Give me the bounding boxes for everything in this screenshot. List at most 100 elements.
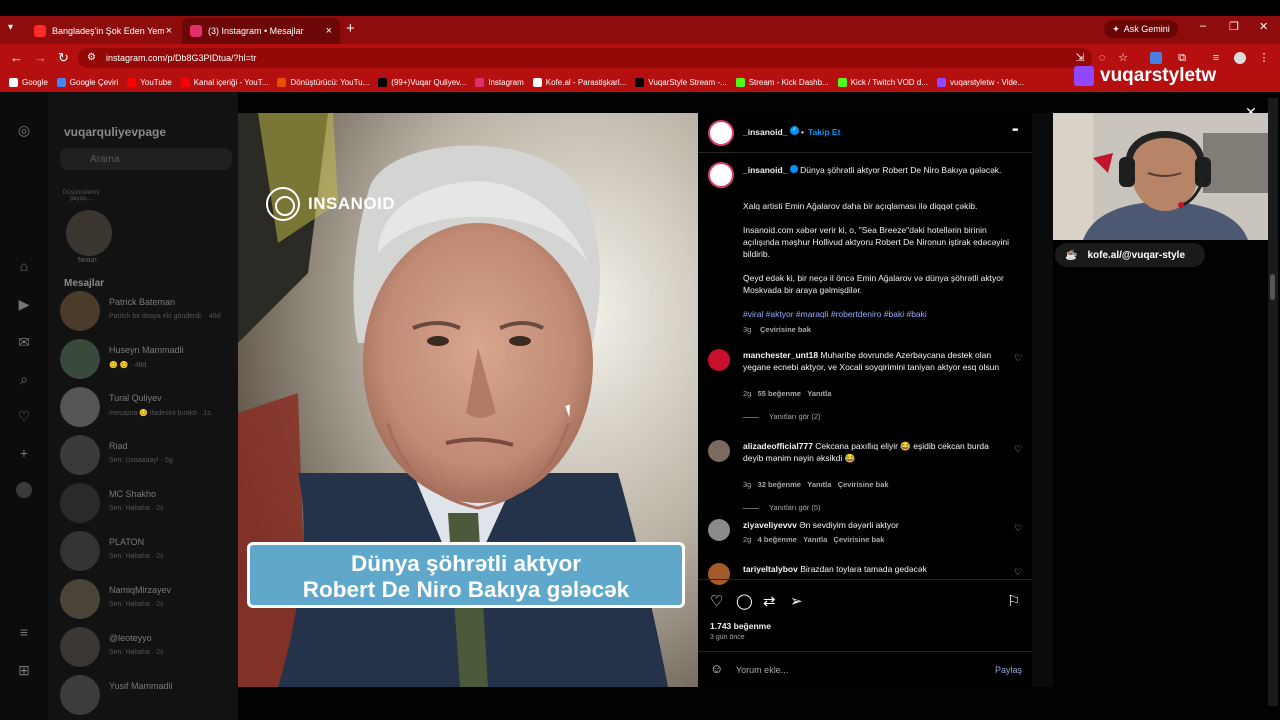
bookmark-item[interactable]: Instagram (475, 77, 524, 87)
conversation-item[interactable]: Riad Sen: Uxaaaaay! · 5g (60, 435, 240, 477)
home-icon[interactable]: ⌂ (16, 258, 32, 274)
search-icon[interactable]: ⌕ (16, 371, 32, 387)
reels-icon[interactable]: ▶ (16, 296, 32, 312)
commenter-avatar[interactable] (708, 349, 730, 371)
bookmark-item[interactable]: VuqarStyle Stream -... (635, 77, 727, 87)
conversation-item[interactable]: Patrick Bateman Patrick bir dosya eki gön… (60, 291, 240, 333)
translate-extension-icon[interactable] (1150, 52, 1162, 64)
see-translation-link[interactable]: Çevirisine bak (838, 480, 889, 489)
messenger-icon[interactable]: ✉ (16, 334, 32, 350)
save-bookmark-icon[interactable]: ⚐ (1007, 592, 1020, 610)
view-replies-link[interactable]: Yanıtları gör (5) (743, 503, 821, 512)
bookmark-item[interactable]: vuqarstyletw - Vide... (936, 77, 1024, 87)
tab-instagram[interactable]: (3) Instagram • Mesajlar × (182, 18, 340, 44)
commenter-avatar[interactable] (708, 440, 730, 462)
comment-like-icon[interactable]: ♡ (1014, 523, 1022, 534)
heart-icon[interactable]: ♡ (16, 408, 32, 424)
maximize-icon[interactable]: ❐ (1229, 20, 1239, 33)
like-heart-icon[interactable]: ♡ (710, 592, 723, 610)
tab-youtube[interactable]: Bangladeş'in Şok Eden Yemek F × (26, 18, 180, 44)
likes-count[interactable]: 1.743 beğenme (710, 620, 771, 632)
instagram-logo-icon[interactable]: ◎ (16, 122, 32, 138)
conversation-item[interactable]: Yusif Mammadli (60, 675, 240, 717)
bookmark-item[interactable]: Stream - Kick Dashb... (735, 77, 829, 87)
commenter-avatar[interactable] (708, 563, 730, 585)
see-translation-link[interactable]: Çevirisine bak (834, 535, 885, 544)
close-tab-icon[interactable]: × (326, 25, 332, 37)
share-comment-button[interactable]: Paylaş (995, 665, 1022, 675)
more-options-icon[interactable]: ••• (1012, 125, 1018, 136)
create-plus-icon[interactable]: + (16, 445, 32, 461)
repost-icon[interactable]: ⇄ (763, 592, 776, 610)
ask-gemini-button[interactable]: ✦ Ask Gemini (1104, 20, 1178, 38)
bookmark-item[interactable]: Kick / Twitch VOD d... (837, 77, 928, 87)
share-send-icon[interactable]: ➢ (790, 592, 803, 610)
commenter-username[interactable]: ziyaveliyevvv (743, 520, 797, 530)
bookmark-item[interactable]: Google Çeviri (56, 77, 118, 87)
new-tab-button[interactable]: + (346, 20, 355, 37)
install-app-icon[interactable]: ⇲ (1074, 52, 1086, 64)
view-replies-link[interactable]: Yanıtları gör (2) (743, 412, 821, 421)
account-username[interactable]: vuqarquliyevpage (64, 125, 166, 139)
conversation-item[interactable]: Tural Quliyev mesajına 😊 ifadesini bırakt… (60, 387, 240, 429)
conversation-item[interactable]: NamiqMirzayev Sen: Hahaha · 2s (60, 579, 240, 621)
author-avatar[interactable] (708, 162, 734, 188)
conversation-item[interactable]: @leoteyyo Sen: Hahaha · 2s (60, 627, 240, 669)
search-input[interactable]: Arama (60, 148, 232, 170)
conversation-item[interactable]: Huseyn Mammadli 😊 😊 · 48d (60, 339, 240, 381)
reply-link[interactable]: Yanıtla (803, 535, 827, 544)
profile-avatar[interactable] (1234, 52, 1246, 64)
conversation-item[interactable]: MC Shakho Sen: Hahaha · 2s (60, 483, 240, 525)
reading-list-icon[interactable]: ≡ (1210, 52, 1222, 64)
extensions-icon[interactable]: ⧉ (1176, 52, 1188, 64)
meta-apps-icon[interactable]: ⊞ (16, 662, 32, 678)
menu-kebab-icon[interactable]: ⋮ (1258, 52, 1270, 64)
minimize-icon[interactable]: – (1200, 20, 1206, 32)
comment-like-icon[interactable]: ♡ (1014, 353, 1022, 364)
reload-icon[interactable]: ↻ (58, 50, 69, 66)
forward-arrow-icon[interactable]: → (34, 50, 47, 65)
back-arrow-icon[interactable]: ← (10, 50, 23, 65)
emoji-icon[interactable]: ☺ (710, 661, 723, 676)
tab-search-chevron-icon[interactable]: ▾ (8, 22, 13, 33)
commenter-username[interactable]: alizadeofficial777 (743, 441, 813, 451)
page-scrollbar[interactable] (1268, 98, 1278, 706)
bookmark-item[interactable]: Kofe.al - Parastişkarl... (532, 77, 626, 87)
profile-avatar[interactable] (16, 482, 32, 498)
comment-likes[interactable]: 4 beğenme (758, 535, 797, 544)
bookmark-item[interactable]: (99+)Vuqar Quliyev... (378, 77, 466, 87)
site-info-icon[interactable]: ⚙ (87, 52, 96, 63)
bookmark-item[interactable]: Google (9, 77, 48, 87)
see-translation-link[interactable]: Çevirisine bak (760, 325, 811, 334)
note-bubble[interactable]: Düşüncelerini paylaş... (56, 190, 106, 202)
reply-link[interactable]: Yanıtla (807, 480, 831, 489)
comment-like-icon[interactable]: ♡ (1014, 567, 1022, 578)
commenter-username[interactable]: tariyeltalybov (743, 564, 798, 574)
bookmark-item[interactable]: Kanal içeriği - YouT... (180, 77, 268, 87)
hashtags[interactable]: #viral #aktyor #maraqli #robertdeniro #b… (743, 308, 927, 320)
bookmark-item[interactable]: Dönüştürücü: YouTu... (277, 77, 369, 87)
comment-likes[interactable]: 55 beğenme (758, 389, 801, 398)
caption-author[interactable]: _insanoid_ (743, 165, 787, 175)
comment-bubble-icon[interactable]: ◯ (736, 592, 753, 610)
close-window-icon[interactable]: ✕ (1259, 20, 1268, 33)
bookmark-item[interactable]: YouTube (127, 77, 172, 87)
close-tab-icon[interactable]: × (166, 25, 172, 37)
author-username[interactable]: _insanoid_ (743, 126, 787, 138)
hamburger-menu-icon[interactable]: ≡ (16, 624, 32, 640)
follow-button[interactable]: Takip Et (808, 126, 840, 138)
bookmark-star-icon[interactable]: ☆ (1117, 52, 1129, 64)
url-field[interactable]: ⚙ instagram.com/p/Db8G3PIDtua/?hl=tr (78, 48, 1092, 68)
own-avatar[interactable] (66, 210, 112, 256)
conversation-item[interactable]: PLATON Sen: Hahaha · 2s (60, 531, 240, 573)
comment-like-icon[interactable]: ♡ (1014, 444, 1022, 455)
comment-likes[interactable]: 32 beğenme (758, 480, 801, 489)
scrollbar-thumb[interactable] (1270, 274, 1275, 300)
post-image[interactable]: INSANOID Dünya şöhrətli aktyor Robert De… (238, 113, 698, 687)
author-avatar[interactable] (708, 120, 734, 146)
comment-input[interactable]: Yorum ekle... (736, 665, 788, 675)
commenter-avatar[interactable] (708, 519, 730, 541)
reply-link[interactable]: Yanıtla (807, 389, 831, 398)
eye-off-icon[interactable]: ◌ (1096, 52, 1108, 64)
commenter-username[interactable]: manchester_unt18 (743, 350, 818, 360)
